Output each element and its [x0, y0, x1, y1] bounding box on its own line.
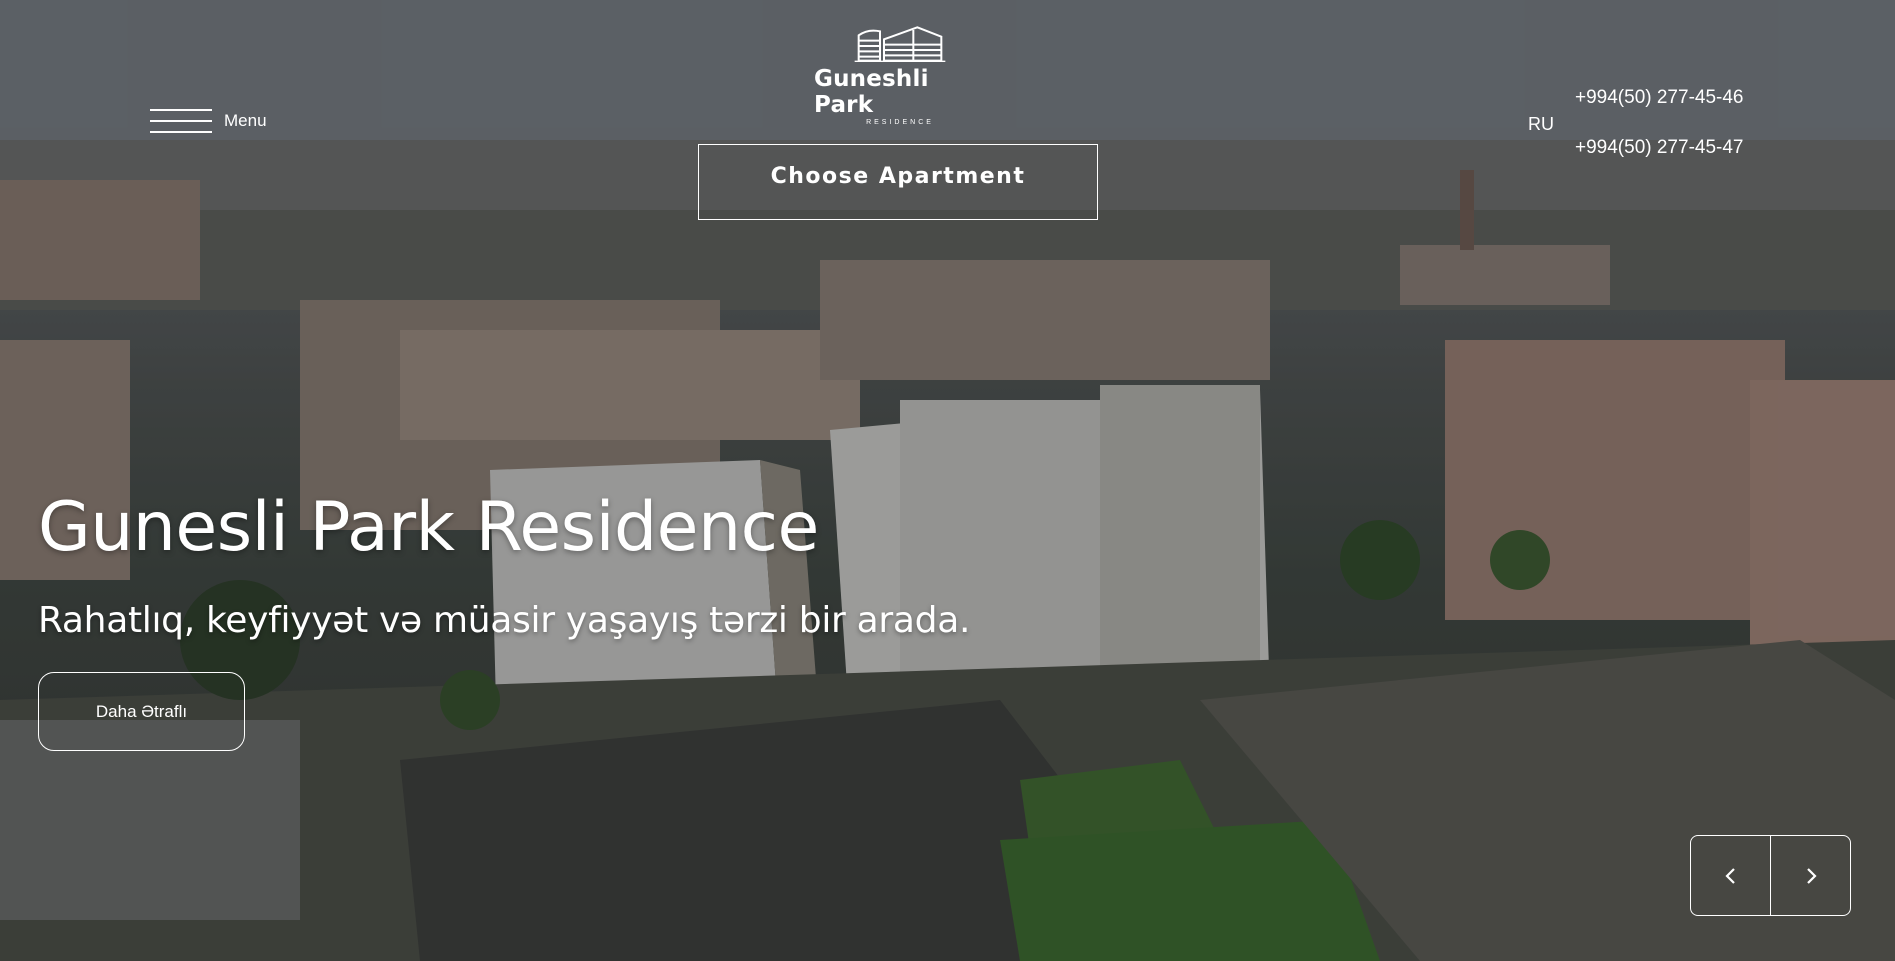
slider-prev-button[interactable]: [1691, 836, 1770, 915]
logo[interactable]: Guneshli Park RESIDENCE: [814, 26, 986, 126]
menu-label: Menu: [224, 111, 267, 130]
logo-name: Guneshli Park: [814, 66, 929, 118]
phone-list: +994(50) 277-45-46 +994(50) 277-45-47: [1575, 86, 1744, 186]
logo-tagline: RESIDENCE: [866, 119, 934, 126]
hero-subtitle: Rahatlıq, keyfiyyət və müasir yaşayış tə…: [38, 600, 971, 641]
menu-button[interactable]: Menu: [150, 108, 267, 134]
phone-link-2[interactable]: +994(50) 277-45-47: [1575, 136, 1744, 186]
chevron-left-icon: [1724, 867, 1735, 884]
slider-navigation: [1690, 835, 1851, 916]
language-switch[interactable]: RU: [1528, 114, 1554, 135]
chevron-right-icon: [1806, 867, 1817, 884]
hamburger-icon: [150, 108, 212, 134]
phone-link-1[interactable]: +994(50) 277-45-46: [1575, 86, 1744, 136]
choose-apartment-button[interactable]: Choose Apartment: [698, 144, 1098, 220]
more-info-button[interactable]: Daha Ətraflı: [38, 672, 245, 751]
slider-next-button[interactable]: [1771, 836, 1850, 915]
hero-title: Gunesli Park Residence: [38, 488, 819, 567]
building-logo-icon: [854, 26, 946, 62]
